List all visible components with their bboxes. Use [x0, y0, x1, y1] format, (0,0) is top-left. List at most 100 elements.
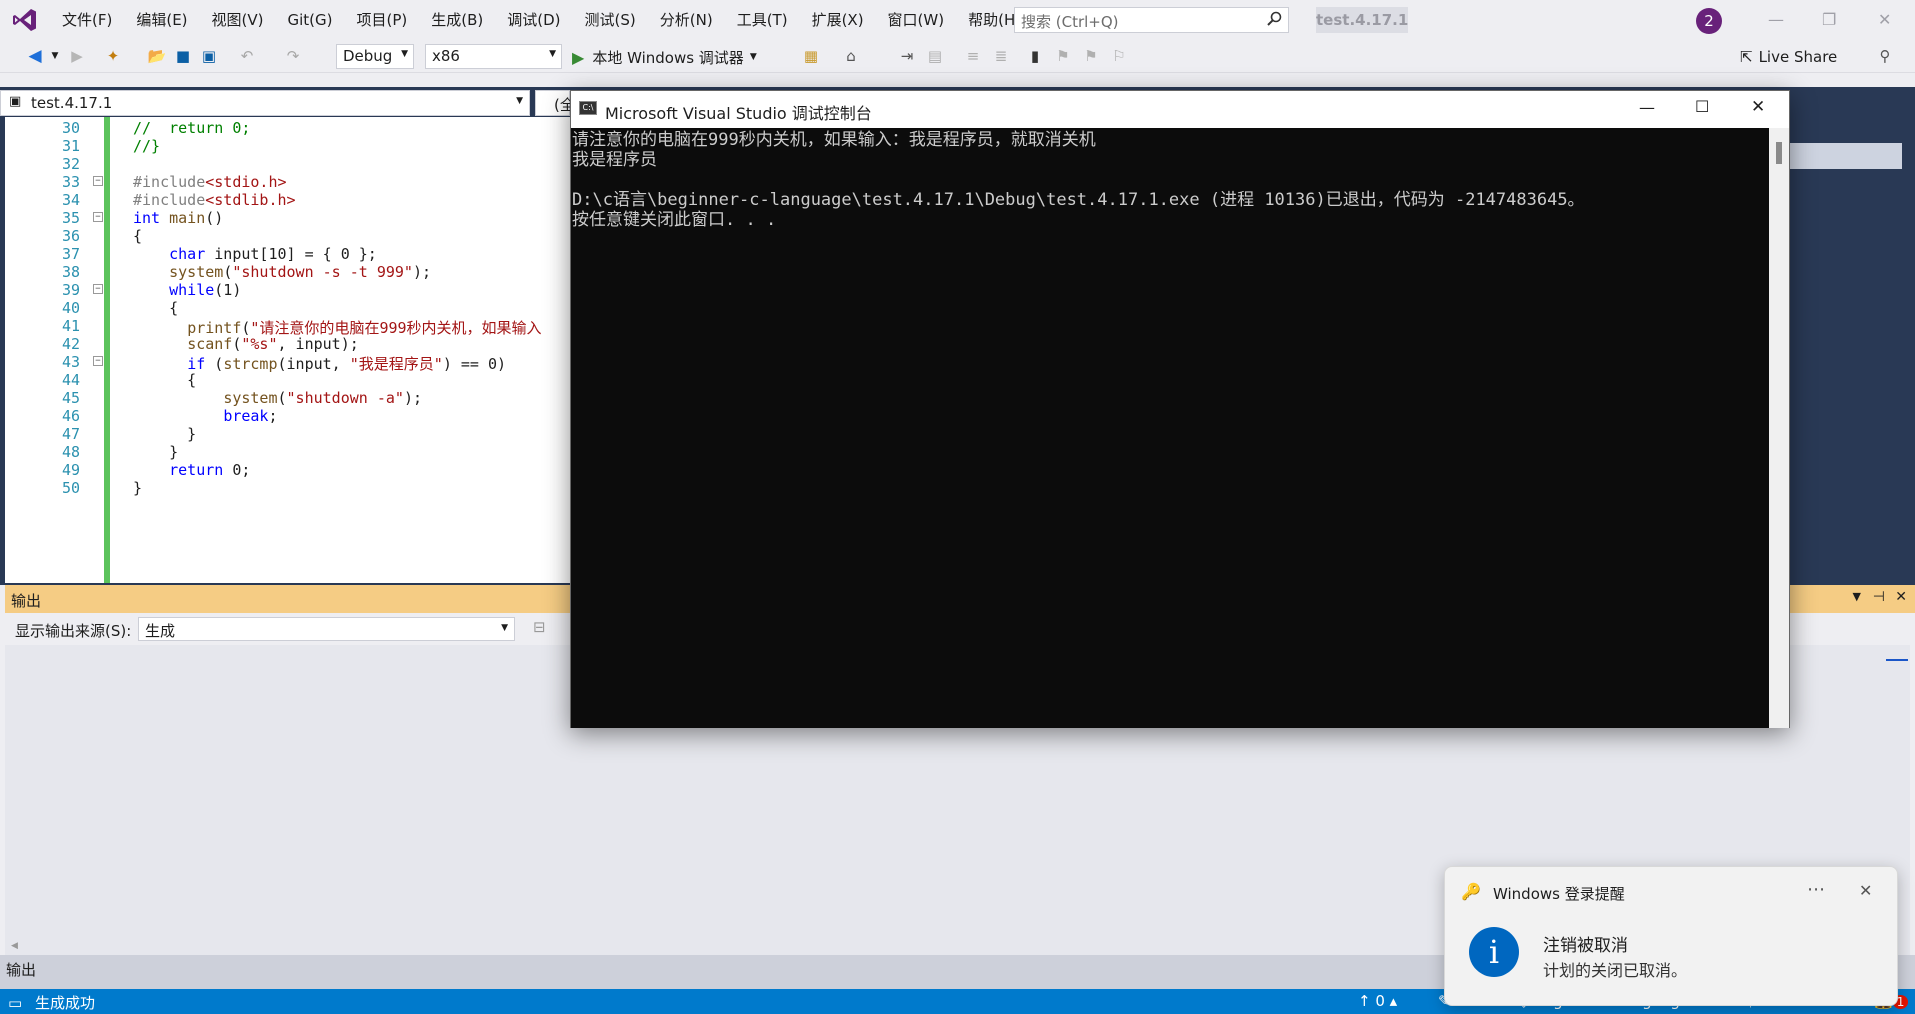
code-text: #include<stdlib.h> [133, 191, 296, 209]
console-line: 按任意键关闭此窗口. . . [572, 210, 777, 230]
live-share-button[interactable]: ⇱ Live Share [1740, 48, 1837, 66]
menu-item-10[interactable]: 扩展(X) [800, 0, 876, 40]
console-titlebar[interactable]: C:\ Microsoft Visual Studio 调试控制台 — ☐ ✕ [571, 91, 1789, 128]
menu-item-4[interactable]: 项目(P) [345, 0, 420, 40]
console-line: 我是程序员 [572, 150, 657, 170]
line-number: 49 [61, 461, 80, 479]
platform-select[interactable]: x86 ▼ [425, 44, 562, 69]
scroll-thumb[interactable] [1776, 142, 1782, 164]
change-tracking-bar [104, 117, 110, 583]
clear-output-icon[interactable]: ⊟ [533, 618, 546, 636]
toast-title: 注销被取消 [1543, 936, 1628, 956]
window-icon[interactable]: ▤ [924, 45, 946, 67]
scroll-left-icon[interactable]: ◀ [11, 941, 18, 951]
line-number: 48 [61, 443, 80, 461]
menu-items: 文件(F) 编辑(E) 视图(V) Git(G) 项目(P) 生成(B) 调试(D) 测试(S… [50, 0, 1033, 40]
config-value: Debug [343, 47, 393, 65]
comment-icon[interactable]: ≡ [962, 45, 984, 67]
console-maximize-icon[interactable]: ☐ [1695, 97, 1709, 116]
save-icon[interactable]: ■ [172, 45, 194, 67]
toast-close-icon[interactable]: ✕ [1859, 881, 1872, 900]
start-debugging-button[interactable]: ▶ 本地 Windows 调试器 ▼ [572, 45, 757, 69]
code-text: // return 0; [133, 119, 251, 137]
code-text: char input[10] = { 0 }; [169, 245, 377, 263]
console-close-icon[interactable]: ✕ [1751, 97, 1765, 117]
windows-notification-toast[interactable]: 🔑 Windows 登录提醒 ⋯ ✕ i 注销被取消 计划的关闭已取消。 [1444, 866, 1898, 1006]
home-icon[interactable]: ⌂ [840, 45, 862, 67]
restore-icon[interactable]: ❐ [1822, 10, 1836, 29]
console-scrollbar[interactable] [1769, 128, 1789, 728]
debug-console-window[interactable]: C:\ Microsoft Visual Studio 调试控制台 — ☐ ✕ … [570, 90, 1790, 728]
fold-toggle-icon[interactable]: − [93, 212, 103, 222]
code-text: } [133, 443, 179, 461]
line-number: 32 [61, 155, 80, 173]
code-editor[interactable]: 30 // return 0; 31 //} 32 33 − #include<stdio.h… [5, 117, 570, 583]
menu-item-9[interactable]: 工具(T) [725, 0, 800, 40]
status-text: 生成成功 [34, 994, 95, 1012]
clear-bookmarks-icon[interactable]: ⚐ [1108, 45, 1130, 67]
menu-item-7[interactable]: 测试(S) [573, 0, 648, 40]
prev-bookmark-icon[interactable]: ⚑ [1052, 45, 1074, 67]
line-number: 31 [61, 137, 80, 155]
chevron-down-icon: ▼ [549, 49, 556, 59]
menu-item-2[interactable]: 视图(V) [200, 0, 276, 40]
navigation-dropdown[interactable]: ▣ test.4.17.1 ▼ [0, 90, 530, 116]
fold-toggle-icon[interactable]: − [93, 284, 103, 294]
pin-icon[interactable]: ⊣ [1873, 589, 1885, 605]
close-icon[interactable]: ✕ [1878, 10, 1891, 29]
back-dropdown-icon[interactable]: ▼ [44, 45, 66, 67]
close-panel-icon[interactable]: ✕ [1895, 589, 1907, 605]
search-placeholder: 搜索 (Ctrl+Q) [1021, 13, 1119, 31]
menu-item-3[interactable]: Git(G) [276, 0, 345, 40]
save-all-icon[interactable]: ▣ [198, 45, 220, 67]
undo-icon[interactable]: ↶ [236, 45, 258, 67]
feedback-icon[interactable]: ⚲ [1874, 45, 1896, 67]
next-bookmark-icon[interactable]: ⚑ [1080, 45, 1102, 67]
bookmark-icon[interactable]: ▮ [1024, 45, 1046, 67]
code-text: while(1) [169, 281, 242, 299]
share-icon: ⇱ [1740, 48, 1753, 66]
account-avatar[interactable]: 2 [1696, 8, 1722, 34]
uncomment-icon[interactable]: ≣ [990, 45, 1012, 67]
navigate-forward-icon[interactable]: ▶ [66, 45, 88, 67]
dropdown-icon[interactable]: ▼ [1853, 590, 1861, 603]
more-options-icon[interactable]: ⋯ [1807, 879, 1825, 900]
menu-item-1[interactable]: 编辑(E) [124, 0, 199, 40]
output-source-select[interactable]: 生成 ▼ [138, 617, 515, 641]
push-count: 0 [1375, 992, 1385, 1010]
menu-item-11[interactable]: 窗口(W) [876, 0, 957, 40]
console-line: 请注意你的电脑在999秒内关机，如果输入：我是程序员，就取消关机 [572, 130, 1096, 150]
solution-config-select[interactable]: Debug ▼ [336, 44, 414, 69]
play-icon: ▶ [572, 47, 585, 67]
menu-item-8[interactable]: 分析(N) [648, 0, 725, 40]
console-output[interactable]: 请注意你的电脑在999秒内关机，如果输入：我是程序员，就取消关机 我是程序员 D:\… [571, 128, 1769, 728]
visual-studio-logo-icon[interactable] [0, 0, 50, 40]
menu-item-5[interactable]: 生成(B) [419, 0, 495, 40]
code-text: { [133, 227, 143, 245]
folder-search-icon[interactable]: ▦ [800, 45, 822, 67]
line-number: 41 [61, 317, 80, 335]
step-icon[interactable]: ⇥ [896, 45, 918, 67]
line-number: 50 [61, 479, 80, 497]
menu-item-6[interactable]: 调试(D) [495, 0, 572, 40]
line-number: 40 [61, 299, 80, 317]
redo-icon[interactable]: ↷ [282, 45, 304, 67]
line-number: 39 [61, 281, 80, 299]
open-file-icon[interactable]: 📂 [146, 45, 168, 67]
code-text: break; [223, 407, 278, 425]
console-minimize-icon[interactable]: — [1639, 98, 1655, 117]
code-line[interactable]: 50} [5, 479, 570, 501]
fold-toggle-icon[interactable]: − [93, 356, 103, 366]
navigate-back-icon[interactable]: ◀ [24, 45, 46, 67]
project-label: test.4.17.1 [31, 94, 113, 112]
minimize-icon[interactable]: — [1768, 10, 1784, 29]
code-text: return 0; [169, 461, 251, 479]
scope-dropdown[interactable]: (全 [535, 90, 575, 116]
push-indicator[interactable]: ↑ 0 ▴ [1358, 992, 1397, 1010]
new-project-icon[interactable]: ✦ [102, 45, 124, 67]
search-input[interactable]: 搜索 (Ctrl+Q) [1014, 7, 1289, 33]
console-title: Microsoft Visual Studio 调试控制台 [605, 104, 872, 123]
menu-item-0[interactable]: 文件(F) [50, 0, 124, 40]
line-number: 38 [61, 263, 80, 281]
fold-toggle-icon[interactable]: − [93, 176, 103, 186]
